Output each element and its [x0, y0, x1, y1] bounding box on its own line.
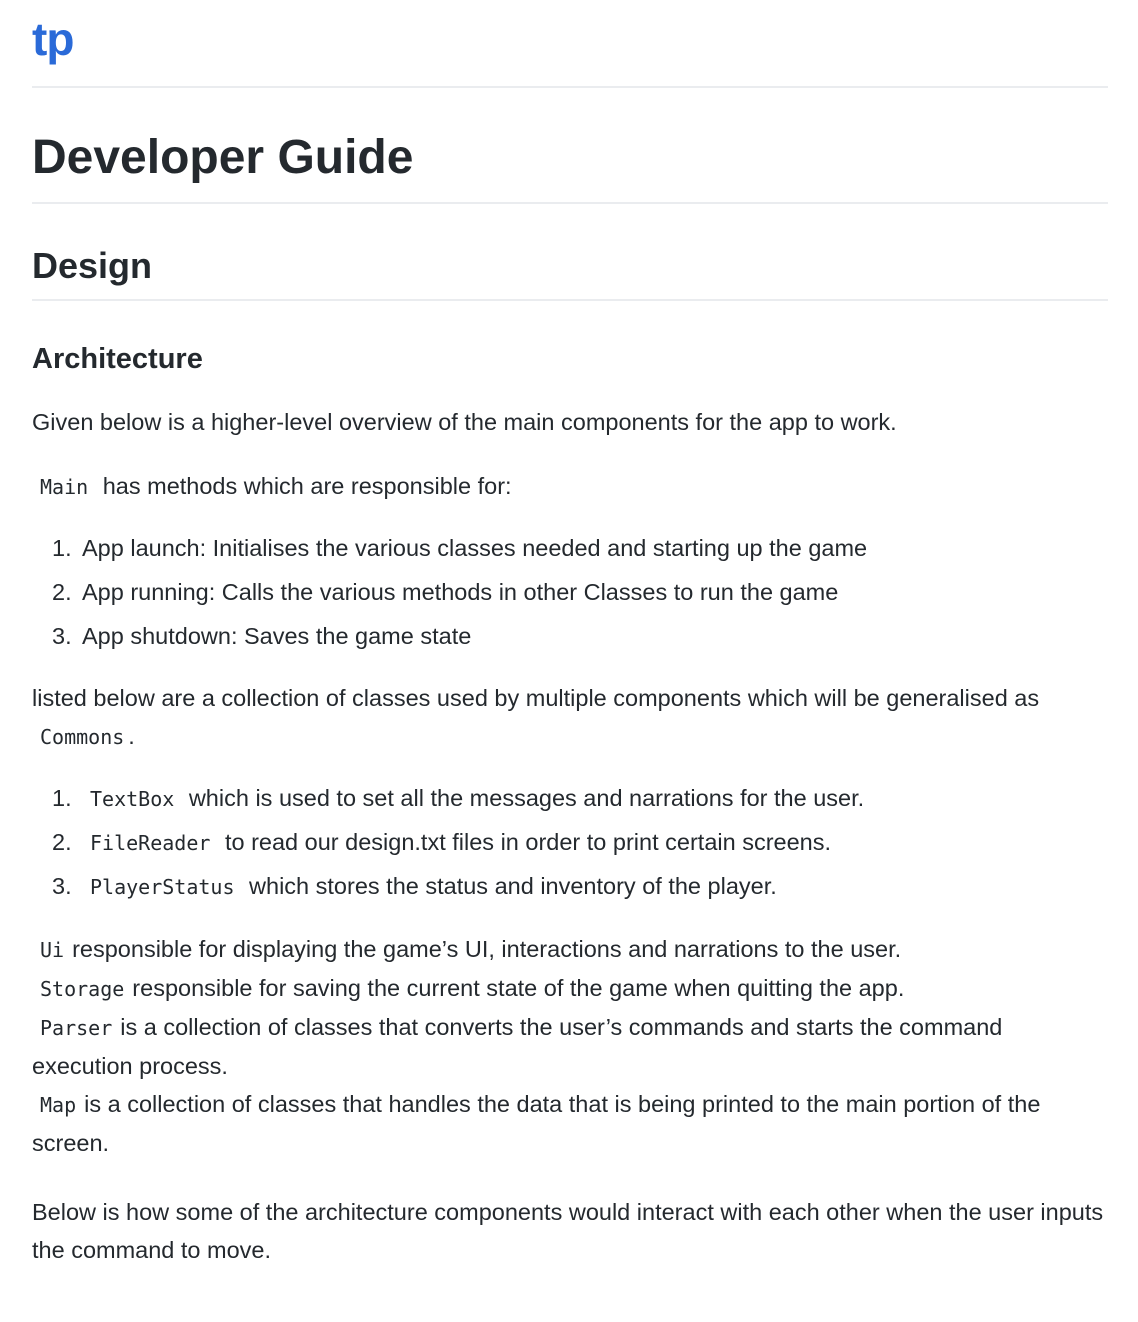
list-text: App shutdown: Saves the game state [82, 623, 472, 649]
code-playerstatus: PlayerStatus [90, 875, 235, 899]
commons-text: listed below are a collection of classes… [32, 685, 1040, 711]
code-textbox: TextBox [90, 787, 175, 811]
list-text: which is used to set all the messages an… [188, 785, 865, 811]
outro-paragraph: Below is how some of the architecture co… [32, 1199, 1104, 1263]
component-text: responsible for displaying the game’s UI… [72, 936, 902, 962]
list-item: 3. App shutdown: Saves the game state [52, 617, 1102, 655]
divider [32, 202, 1108, 204]
main-paragraph: Main has methods which are responsible f… [32, 467, 1108, 506]
list-number: 2. [52, 829, 72, 855]
commons-paragraph: listed below are a collection of classes… [32, 679, 1108, 756]
list-item: 1. App launch: Initialises the various cl… [52, 529, 1102, 567]
list-number: 1. [52, 785, 72, 811]
component-text: is a collection of classes that handles … [32, 1091, 1041, 1156]
site-logo-link[interactable]: tp [32, 12, 1108, 66]
list-item: 2. App running: Calls the various methods… [52, 573, 1102, 611]
heading-architecture: Architecture [32, 343, 203, 375]
code-filereader: FileReader [90, 831, 211, 855]
list-text: App launch: Initialises the various clas… [82, 535, 868, 561]
list-text: App running: Calls the various methods i… [82, 579, 839, 605]
code-map: Map [40, 1093, 77, 1117]
list-item: 2. FileReader to read our design.txt file… [52, 823, 1102, 862]
code-parser: Parser [40, 1016, 113, 1040]
components-paragraph: Ui responsible for displaying the game’s … [32, 930, 1108, 1162]
list-number: 1. [52, 535, 72, 561]
code-storage: Storage [40, 977, 125, 1001]
page-title: Developer Guide [32, 131, 414, 184]
list-number: 2. [52, 579, 72, 605]
component-text: is a collection of classes that converts… [32, 1014, 1003, 1079]
heading-design: Design [32, 245, 153, 286]
commons-end: . [128, 723, 135, 749]
component-text: responsible for saving the current state… [132, 975, 905, 1001]
list-text: which stores the status and inventory of… [249, 873, 777, 899]
list-text: to read our design.txt files in order to… [224, 829, 832, 855]
code-commons: Commons [40, 725, 125, 749]
divider [32, 299, 1108, 301]
divider [32, 86, 1108, 88]
intro-paragraph: Given below is a higher-level overview o… [32, 409, 897, 435]
list-item: 3. PlayerStatus which stores the status a… [52, 867, 1102, 906]
list-number: 3. [52, 873, 72, 899]
main-paragraph-text: has methods which are responsible for: [102, 473, 512, 499]
code-main: Main [40, 475, 89, 499]
list-number: 3. [52, 623, 72, 649]
list-item: 1. TextBox which is used to set all the m… [52, 779, 1102, 818]
code-ui: Ui [40, 938, 65, 962]
